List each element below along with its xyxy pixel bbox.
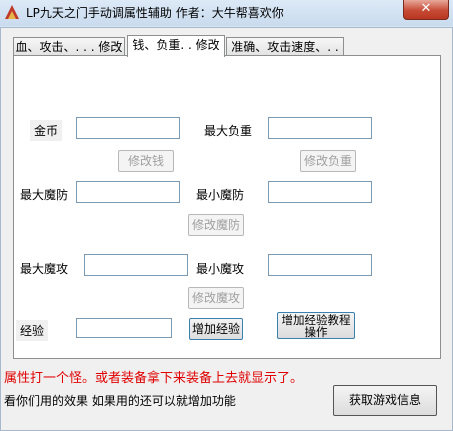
hint-message: 属性打一个怪。或者装备拿下来装备上去就显示了。 xyxy=(4,371,304,386)
exp-input[interactable] xyxy=(76,318,172,338)
modify-matk-button[interactable]: 修改魔攻 xyxy=(188,287,244,309)
min-mdef-input[interactable] xyxy=(268,181,372,203)
max-weight-label: 最大负重 xyxy=(204,124,253,138)
min-matk-label: 最小魔攻 xyxy=(196,262,245,276)
modify-weight-button[interactable]: 修改负重 xyxy=(300,150,356,172)
exp-label: 经验 xyxy=(16,320,49,341)
tab-money-weight[interactable]: 钱、负重. . 修改 xyxy=(127,35,225,57)
max-mdef-input[interactable] xyxy=(76,181,180,203)
tab-hp-attack[interactable]: 血、攻击、. . . 修改 xyxy=(13,37,125,56)
title-bar[interactable]: LP九天之门手动调属性辅助 作者：大牛帮喜欢你 ✕ xyxy=(0,0,453,26)
get-game-info-button[interactable]: 获取游戏信息 xyxy=(333,385,437,416)
note-text: 看你们用的效果 如果用的还可以就增加功能 xyxy=(4,394,236,408)
modify-mdef-button[interactable]: 修改魔防 xyxy=(188,214,244,236)
max-matk-label: 最大魔攻 xyxy=(20,262,69,276)
modify-money-button[interactable]: 修改钱 xyxy=(118,150,174,172)
app-icon xyxy=(5,5,19,19)
add-exp-button[interactable]: 增加经验 xyxy=(189,318,243,340)
gold-input[interactable] xyxy=(76,117,180,139)
min-matk-input[interactable] xyxy=(268,254,372,276)
gold-label: 金币 xyxy=(30,120,63,141)
max-weight-input[interactable] xyxy=(268,117,372,139)
window-title: LP九天之门手动调属性辅助 作者：大牛帮喜欢你 xyxy=(26,6,284,20)
exp-tutorial-button[interactable]: 增加经验教程操作 xyxy=(277,312,355,339)
tab-accuracy-speed[interactable]: 准确、攻击速度、. . xyxy=(226,37,344,56)
max-mdef-label: 最大魔防 xyxy=(20,188,69,202)
tab-panel: 金币 最大负重 修改钱 修改负重 最大魔防 最小魔防 修改魔防 最大魔攻 最小魔… xyxy=(13,55,441,359)
window-client: 血、攻击、. . . 修改 钱、负重. . 修改 准确、攻击速度、. . 金币 … xyxy=(0,27,453,431)
min-mdef-label: 最小魔防 xyxy=(196,188,245,202)
max-matk-input[interactable] xyxy=(84,254,188,276)
close-button[interactable]: ✕ xyxy=(403,0,449,20)
